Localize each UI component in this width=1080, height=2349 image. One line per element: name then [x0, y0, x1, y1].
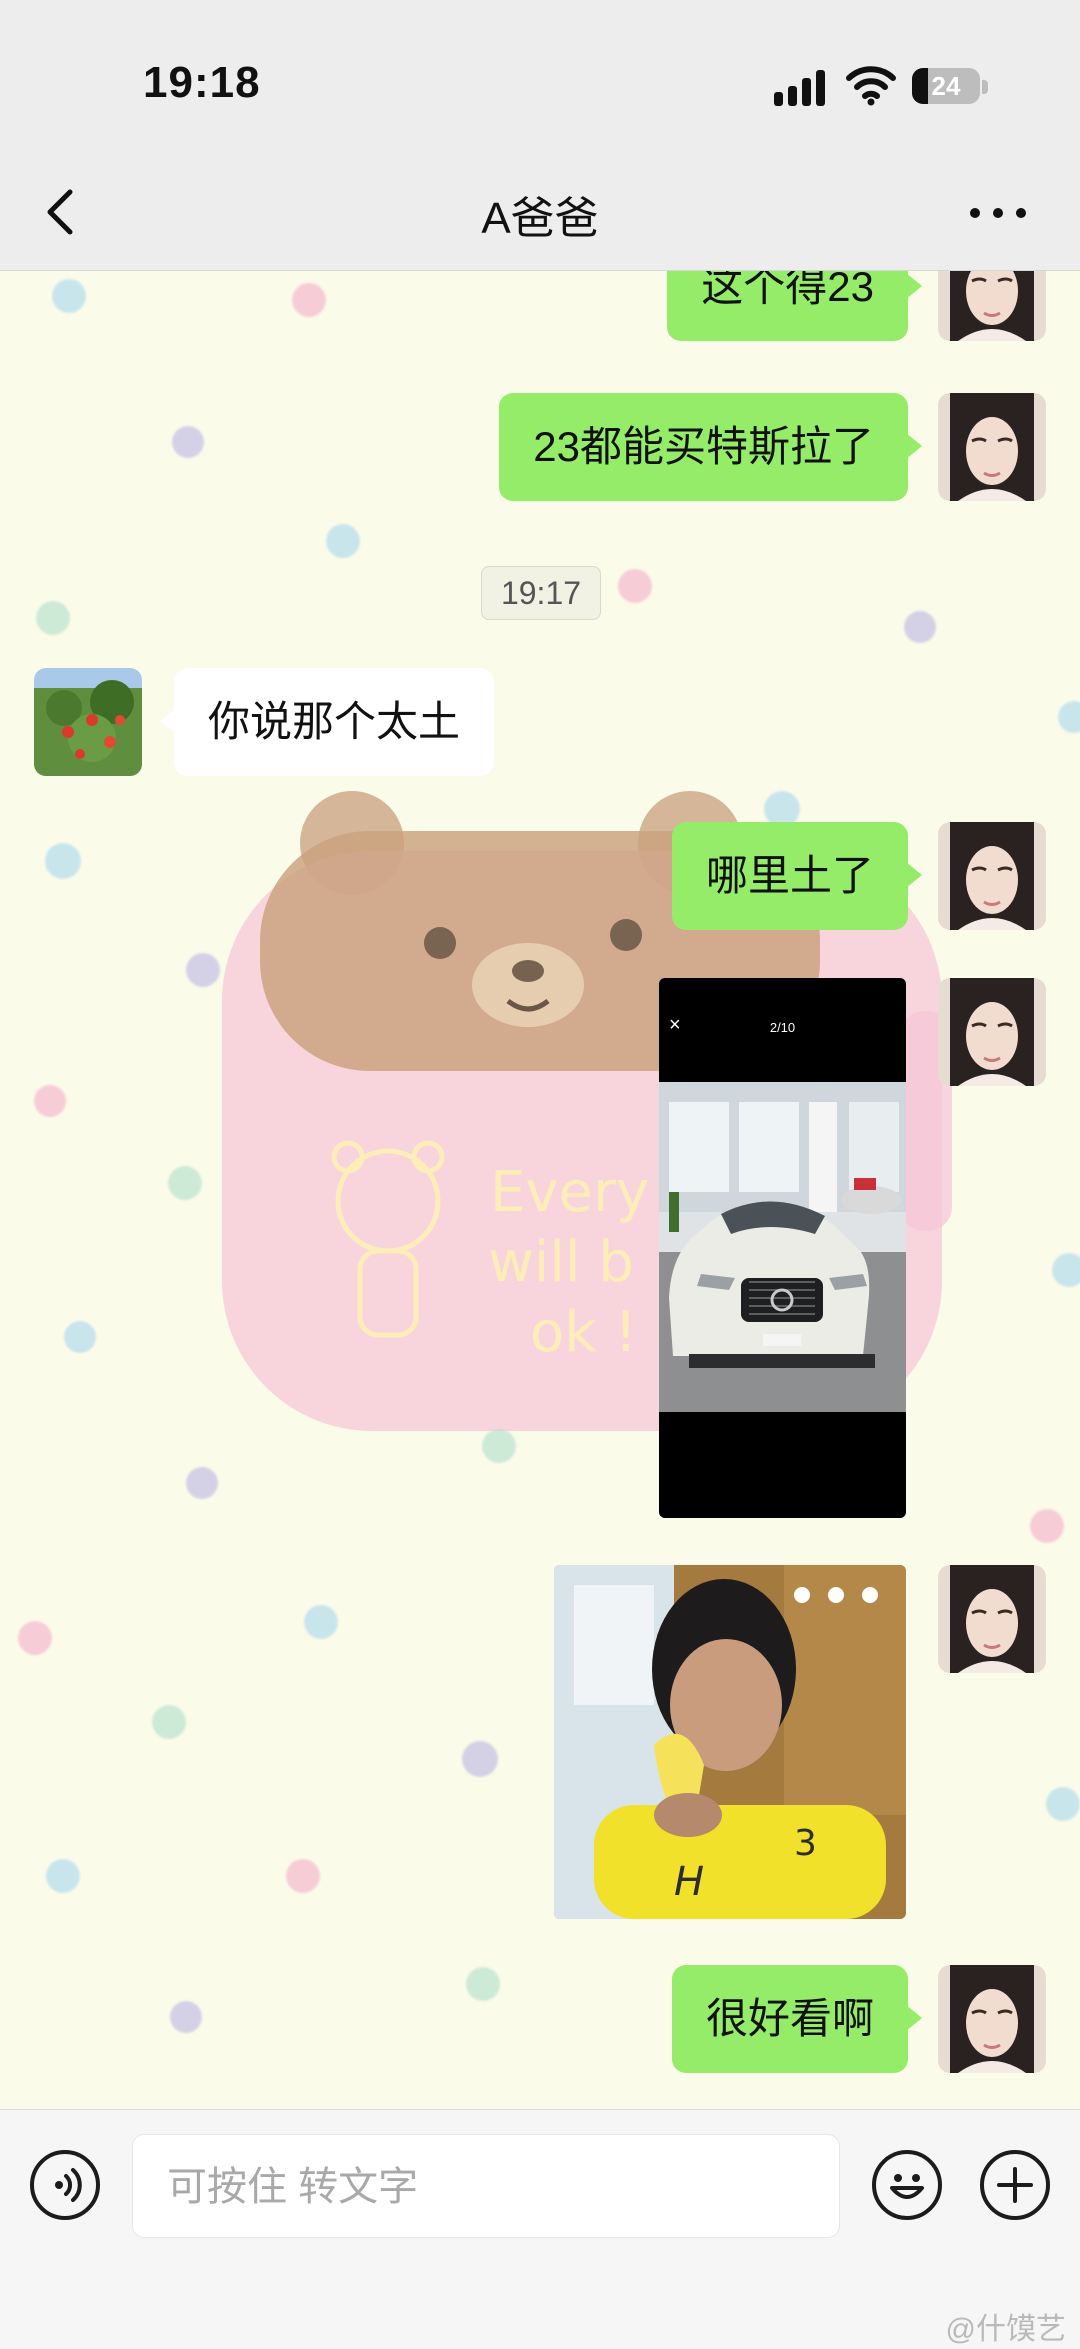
- battery-percent: 24: [931, 71, 961, 101]
- car-photo-message[interactable]: × 2/10: [659, 978, 906, 1518]
- emoji-icon: [890, 2174, 924, 2199]
- message-bubble-sent[interactable]: 23都能买特斯拉了: [499, 393, 922, 501]
- sticker-image: H 3: [554, 1565, 906, 1919]
- my-avatar[interactable]: [938, 1565, 1046, 1673]
- status-time: 19:18: [143, 58, 261, 107]
- my-avatar[interactable]: [938, 393, 1046, 501]
- car-photo: [659, 1082, 906, 1412]
- message-bubble-sent[interactable]: 这个得23: [667, 271, 922, 341]
- battery-icon: 24: [912, 68, 980, 104]
- my-avatar[interactable]: [938, 822, 1046, 930]
- status-bar: 19:18 24: [0, 0, 1080, 150]
- svg-text:H: H: [674, 1859, 704, 1905]
- chat-title: A爸爸: [481, 194, 599, 243]
- contact-avatar[interactable]: [34, 668, 142, 776]
- sticker-message[interactable]: H 3: [554, 1565, 906, 1919]
- my-avatar[interactable]: [938, 271, 1046, 341]
- more-options-button[interactable]: [960, 186, 1040, 236]
- my-avatar[interactable]: [938, 978, 1046, 1086]
- message-timestamp: 19:17: [481, 566, 601, 620]
- message-bubble-sent[interactable]: 哪里土了: [671, 822, 923, 930]
- message-list[interactable]: 这个得23 23都能买特斯拉了 19:17 你说那个太土 哪里土了 × 2/10: [0, 271, 1080, 2109]
- weibo-watermark: @什馍艺: [945, 2313, 1066, 2346]
- svg-text:3: 3: [794, 1823, 817, 1864]
- message-bubble-sent[interactable]: 很好看啊: [671, 1965, 923, 2073]
- chat-header: A爸爸: [0, 150, 1080, 271]
- back-button[interactable]: [30, 176, 90, 244]
- voice-button[interactable]: [30, 2150, 100, 2220]
- my-avatar[interactable]: [938, 1965, 1046, 2073]
- plus-button[interactable]: [980, 2150, 1050, 2220]
- message-input[interactable]: 可按住 转文字: [132, 2134, 840, 2238]
- wifi-icon: [846, 66, 896, 106]
- image-counter: 2/10: [769, 1020, 796, 1035]
- input-bar: 可按住 转文字: [0, 2109, 1080, 2349]
- plus-icon: [997, 2167, 1033, 2203]
- message-bubble-received[interactable]: 你说那个太土: [159, 668, 495, 776]
- emoji-button[interactable]: [872, 2150, 942, 2220]
- battery-cap: [982, 80, 988, 94]
- voice-icon: [55, 2168, 82, 2202]
- cellular-signal-icon: [774, 66, 834, 106]
